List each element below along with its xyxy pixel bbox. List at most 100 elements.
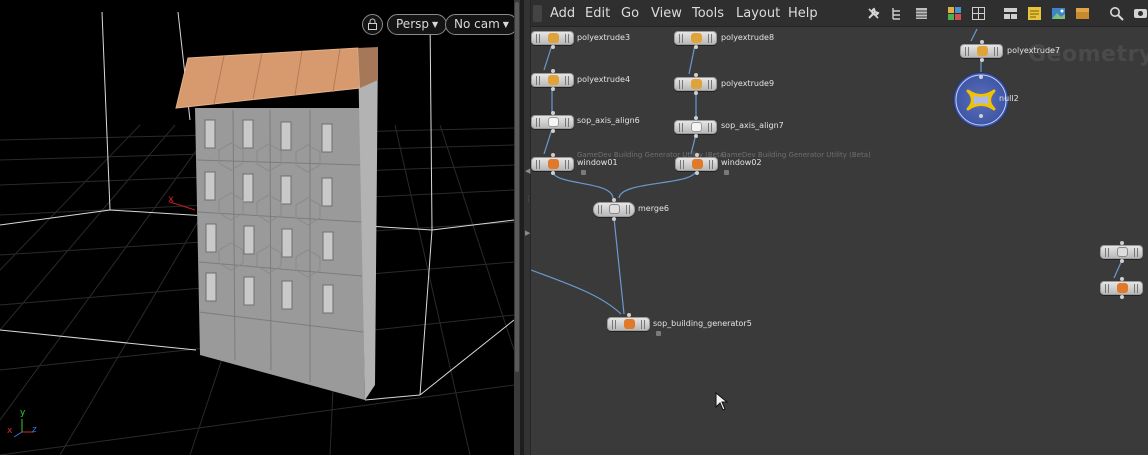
- gizmo-label-x: x: [7, 426, 13, 436]
- node-label-polyextrude9: polyextrude9: [721, 79, 775, 88]
- input-port[interactable]: [550, 111, 555, 115]
- node-lock-icon[interactable]: [581, 170, 586, 175]
- merge-icon: [609, 204, 620, 214]
- input-port[interactable]: [626, 313, 631, 317]
- chevron-down-icon: ▼: [432, 20, 439, 29]
- output-port[interactable]: [550, 87, 555, 91]
- package-icon[interactable]: [1074, 5, 1091, 22]
- input-port[interactable]: [1119, 241, 1124, 245]
- input-port[interactable]: [693, 116, 698, 120]
- output-port[interactable]: [693, 91, 698, 95]
- pane-collapse-strip[interactable]: ◀ ⋮ ▶: [524, 0, 532, 455]
- node-label-window01: window01: [577, 158, 618, 167]
- node-polyextrude7[interactable]: [960, 40, 1003, 62]
- node-offscreen-a[interactable]: [1100, 241, 1143, 263]
- camera-perspective-menu[interactable]: Persp ▼: [387, 14, 448, 35]
- menu-edit[interactable]: Edit: [585, 5, 610, 22]
- polyextrude-icon: [690, 33, 702, 43]
- output-port[interactable]: [979, 58, 984, 62]
- output-port[interactable]: [693, 134, 698, 138]
- input-port[interactable]: [1119, 277, 1124, 281]
- menu-add[interactable]: Add: [550, 5, 575, 22]
- node-sop-building-generator5[interactable]: [607, 313, 650, 331]
- node-polyextrude8[interactable]: [674, 31, 717, 49]
- node-sop-axis-align7[interactable]: [674, 116, 717, 138]
- gizmo-label-y: y: [20, 408, 26, 418]
- sticky-note-icon[interactable]: [1026, 5, 1043, 22]
- lock-camera-button[interactable]: [362, 14, 383, 35]
- grid-icon[interactable]: [970, 5, 987, 22]
- input-port[interactable]: [550, 153, 555, 157]
- menu-tools[interactable]: Tools: [692, 5, 724, 22]
- node-lock-icon[interactable]: [656, 331, 661, 336]
- node-polyextrude4[interactable]: [531, 69, 574, 91]
- axis-align-icon: [547, 117, 559, 127]
- input-port[interactable]: [693, 73, 698, 77]
- node-sop-axis-align6[interactable]: [531, 111, 574, 133]
- node-label-polyextrude7: polyextrude7: [1007, 46, 1061, 55]
- node-polyextrude9[interactable]: [674, 73, 717, 95]
- menu-go[interactable]: Go: [621, 5, 639, 22]
- polyextrude-icon: [690, 79, 702, 89]
- list-icon[interactable]: [913, 5, 930, 22]
- node-label-polyextrude8: polyextrude8: [721, 33, 775, 42]
- window-hda-icon: [547, 159, 559, 169]
- node-label-null2: null2: [999, 94, 1019, 103]
- search-icon[interactable]: [1108, 5, 1125, 22]
- output-port[interactable]: [550, 45, 555, 49]
- node-wires: [531, 28, 1123, 315]
- input-port[interactable]: [694, 153, 699, 157]
- lock-icon: [368, 18, 377, 30]
- node-label-sop-axis-align6: sop_axis_align6: [577, 116, 640, 125]
- network-editor[interactable]: Geometry polyextrude3 polyextrude8 polye…: [531, 0, 1148, 455]
- node-lock-icon[interactable]: [724, 170, 729, 175]
- output-port[interactable]: [694, 171, 699, 175]
- camera-select-menu[interactable]: No cam ▼: [445, 14, 514, 35]
- tree-icon[interactable]: [889, 5, 906, 22]
- viewport-scene: [0, 11, 514, 455]
- building-generator-icon: [623, 319, 635, 329]
- scrollbar-thumb[interactable]: [515, 2, 519, 372]
- output-port[interactable]: [612, 217, 616, 221]
- node-merge6[interactable]: [593, 198, 635, 221]
- output-port[interactable]: [693, 45, 698, 49]
- node-offscreen-b[interactable]: [1100, 277, 1143, 299]
- input-port[interactable]: [979, 40, 984, 44]
- collapse-right-icon[interactable]: ▶: [525, 230, 530, 237]
- network-menubar: Add Edit Go View Tools Layout Help: [531, 0, 1148, 27]
- grid-color-icon[interactable]: [946, 5, 963, 22]
- node-label-sop-building-generator5: sop_building_generator5: [653, 319, 752, 328]
- eye-icon[interactable]: [1132, 5, 1148, 22]
- polyextrude-icon: [547, 33, 559, 43]
- output-port[interactable]: [550, 171, 555, 175]
- axis-align-icon: [690, 122, 702, 132]
- hda-icon: [1116, 283, 1128, 293]
- node-icon: [1116, 247, 1128, 257]
- output-port[interactable]: [1119, 295, 1124, 299]
- axis-label-x: x: [168, 194, 174, 205]
- mouse-cursor-icon: [715, 392, 729, 411]
- output-port[interactable]: [550, 129, 555, 133]
- menu-view[interactable]: View: [651, 5, 682, 22]
- polyextrude-icon: [976, 46, 988, 56]
- menu-help[interactable]: Help: [788, 5, 818, 22]
- wrench-icon[interactable]: [865, 5, 882, 22]
- node-window02[interactable]: [675, 153, 718, 175]
- collapse-left-icon[interactable]: ◀: [525, 168, 530, 175]
- chevron-down-icon: ▼: [502, 20, 509, 29]
- node-polyextrude3[interactable]: [531, 31, 574, 49]
- polyextrude-icon: [547, 75, 559, 85]
- scene-viewport[interactable]: x y x z Persp ▼ No cam ▼: [0, 0, 514, 455]
- tiles-icon[interactable]: [1002, 5, 1019, 22]
- toolbar-grip[interactable]: [533, 5, 542, 22]
- node-label-polyextrude3: polyextrude3: [577, 33, 631, 42]
- output-port[interactable]: [1119, 259, 1124, 263]
- node-window01[interactable]: [531, 153, 574, 175]
- menu-layout[interactable]: Layout: [736, 5, 780, 22]
- node-label-merge6: merge6: [638, 204, 669, 213]
- input-port[interactable]: [550, 69, 555, 73]
- input-port[interactable]: [612, 198, 616, 202]
- image-icon[interactable]: [1050, 5, 1067, 22]
- node-label-polyextrude4: polyextrude4: [577, 75, 631, 84]
- gizmo-label-z: z: [32, 425, 37, 435]
